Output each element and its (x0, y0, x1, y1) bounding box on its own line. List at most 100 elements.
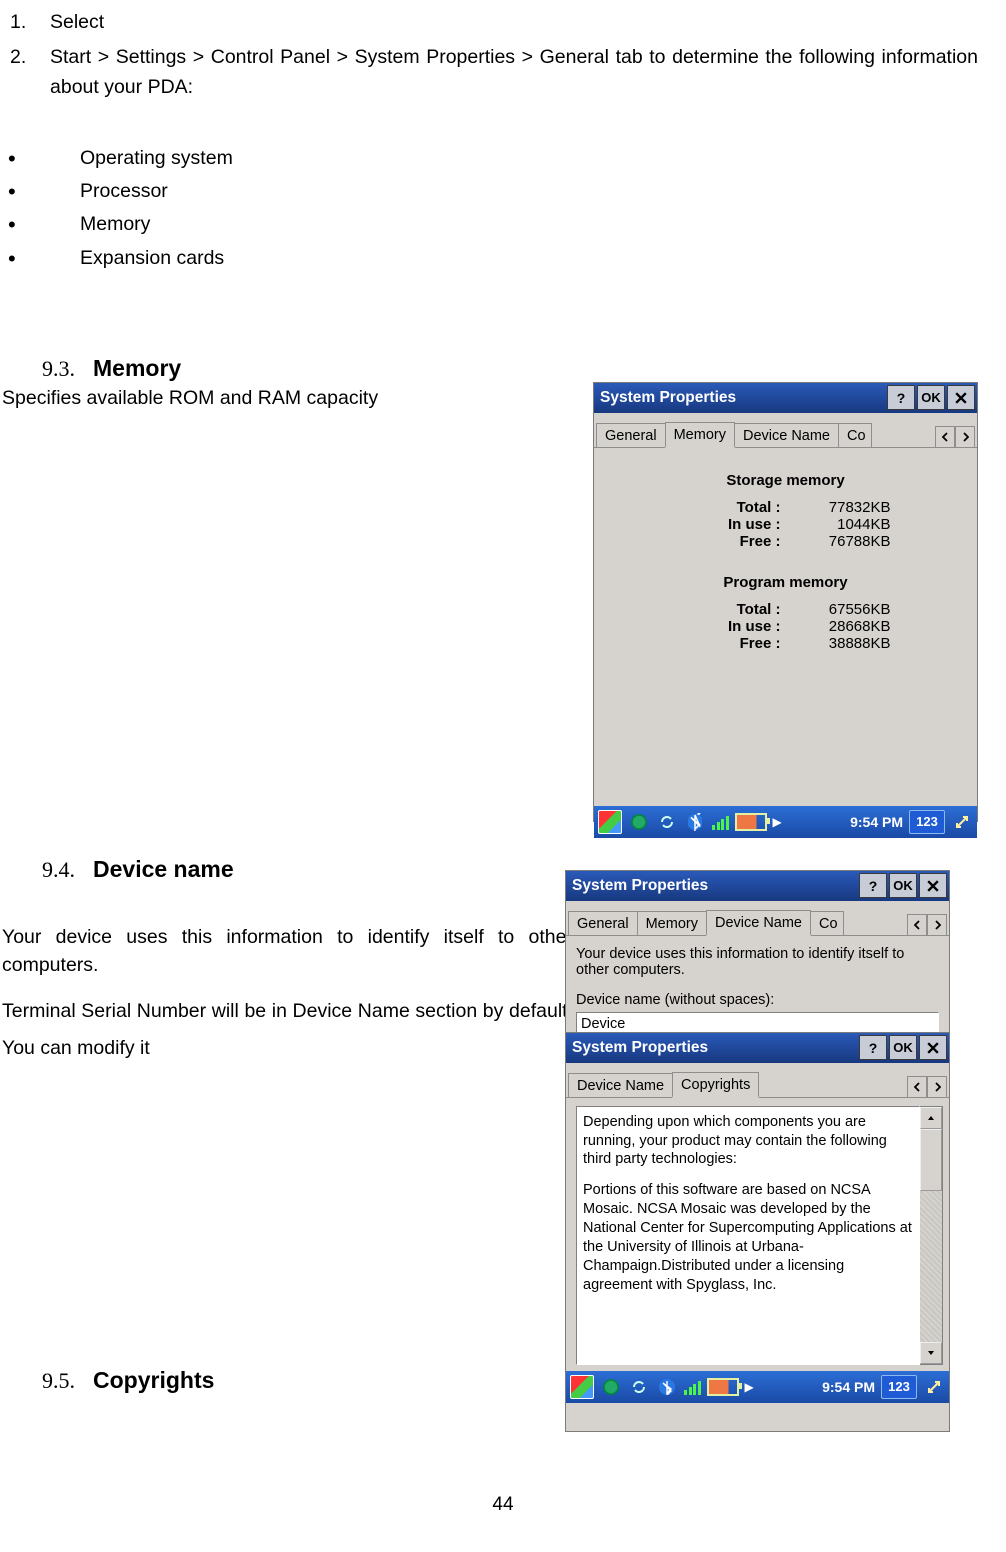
chevron-down-icon (927, 1350, 935, 1356)
tab-memory[interactable]: Memory (637, 911, 707, 935)
chevron-right-icon (934, 1082, 941, 1092)
tab-scroll-right-button[interactable] (927, 1076, 947, 1097)
close-icon (927, 880, 939, 892)
value-program-inuse: 28668KB (781, 618, 891, 635)
tab-overflow[interactable]: Co (810, 911, 844, 935)
input-mode-button[interactable]: 123 (881, 1375, 917, 1399)
list-text: Memory (80, 210, 150, 239)
label-inuse: In use : (681, 618, 781, 635)
chevron-left-icon (914, 1082, 921, 1092)
label-total: Total : (681, 499, 781, 516)
list-item: 2. Start > Settings > Control Panel > Sy… (2, 43, 978, 102)
window-titlebar: System Properties ? OK (566, 1033, 949, 1063)
ok-button[interactable]: OK (917, 385, 945, 410)
tab-device-name[interactable]: Device Name (706, 910, 811, 936)
value-storage-free: 76788KB (781, 533, 891, 550)
battery-icon (707, 1378, 739, 1396)
chevron-left-icon (942, 432, 949, 442)
copyrights-panel: Depending upon which components you are … (566, 1098, 949, 1371)
start-icon[interactable] (598, 810, 622, 834)
scroll-down-button[interactable] (920, 1342, 942, 1364)
help-button[interactable]: ? (887, 385, 915, 410)
window-title: System Properties (572, 1039, 708, 1057)
paragraph: Portions of this software are based on N… (583, 1181, 913, 1294)
tab-scroll-right-button[interactable] (955, 426, 975, 447)
list-marker: 1. (2, 8, 50, 37)
ok-button[interactable]: OK (889, 1035, 917, 1060)
bluetooth-icon[interactable] (656, 1376, 678, 1398)
scroll-thumb[interactable] (920, 1129, 942, 1191)
close-icon (955, 392, 967, 404)
section-heading-copyrights: 9.5. Copyrights (42, 1367, 573, 1394)
memory-panel: Storage memory Total :77832KB In use :10… (594, 448, 977, 806)
scroll-up-button[interactable] (920, 1107, 942, 1129)
list-item: Memory (2, 208, 978, 241)
value-storage-total: 77832KB (781, 499, 891, 516)
bluetooth-icon[interactable] (684, 811, 706, 833)
section-heading-device-name: 9.4. Device name (42, 856, 573, 883)
close-button[interactable] (919, 873, 947, 898)
close-button[interactable] (919, 1035, 947, 1060)
globe-icon[interactable] (600, 1376, 622, 1398)
tab-device-name[interactable]: Device Name (568, 1073, 673, 1097)
tab-device-name[interactable]: Device Name (734, 423, 839, 447)
globe-icon[interactable] (628, 811, 650, 833)
signal-icon (712, 814, 729, 830)
chevron-right-icon (962, 432, 969, 442)
value-program-total: 67556KB (781, 601, 891, 618)
section-number: 9.3. (42, 356, 75, 382)
page-number: 44 (0, 1494, 1006, 1516)
ok-button[interactable]: OK (889, 873, 917, 898)
taskbar: ▶ 9:54 PM 123 (594, 806, 977, 838)
taskbar: ▶ 9:54 PM 123 (566, 1371, 949, 1403)
sync-icon[interactable] (628, 1376, 650, 1398)
signal-icon (684, 1379, 701, 1395)
paragraph: Your device uses this information to ide… (2, 923, 573, 980)
tab-scroll-left-button[interactable] (935, 426, 955, 447)
start-icon[interactable] (570, 1375, 594, 1399)
tab-copyrights[interactable]: Copyrights (672, 1072, 759, 1098)
tab-strip: Device Name Copyrights (566, 1063, 949, 1098)
tray-arrow-icon[interactable]: ▶ (745, 1380, 754, 1394)
section-title: Device name (93, 856, 234, 883)
section-heading-memory: 9.3. Memory (42, 355, 978, 382)
chevron-left-icon (914, 920, 921, 930)
label-total: Total : (681, 601, 781, 618)
list-text: Processor (80, 177, 168, 206)
field-label: Device name (without spaces): (576, 992, 939, 1008)
list-item: Expansion cards (2, 242, 978, 275)
tab-general[interactable]: General (596, 423, 666, 447)
input-mode-button[interactable]: 123 (909, 810, 945, 834)
tab-memory[interactable]: Memory (665, 422, 735, 448)
bullet-icon (2, 242, 80, 275)
bullet-icon (2, 175, 80, 208)
tab-overflow[interactable]: Co (838, 423, 872, 447)
scrollbar[interactable] (920, 1106, 943, 1365)
tab-scroll-left-button[interactable] (907, 1076, 927, 1097)
list-item: Operating system (2, 142, 978, 175)
help-button[interactable]: ? (859, 873, 887, 898)
label-free: Free : (681, 635, 781, 652)
close-icon (927, 1042, 939, 1054)
paragraph: Terminal Serial Number will be in Device… (2, 993, 573, 1067)
tab-scroll-right-button[interactable] (927, 914, 947, 935)
tray-arrow-icon[interactable]: ▶ (773, 815, 782, 829)
sync-icon[interactable] (656, 811, 678, 833)
expand-icon[interactable] (923, 1376, 945, 1398)
list-text: Select (50, 8, 978, 37)
clock[interactable]: 9:54 PM (850, 814, 903, 830)
window-title: System Properties (572, 877, 708, 895)
expand-icon[interactable] (951, 811, 973, 833)
clock[interactable]: 9:54 PM (822, 1379, 875, 1395)
help-button[interactable]: ? (859, 1035, 887, 1060)
panel-text: Your device uses this information to ide… (576, 946, 939, 978)
section-title: Copyrights (93, 1367, 214, 1394)
tab-general[interactable]: General (568, 911, 638, 935)
value-program-free: 38888KB (781, 635, 891, 652)
window-titlebar: System Properties ? OK (566, 871, 949, 901)
scroll-track[interactable] (920, 1129, 942, 1342)
section-number: 9.4. (42, 857, 75, 883)
close-button[interactable] (947, 385, 975, 410)
program-header: Program memory (614, 574, 957, 591)
tab-scroll-left-button[interactable] (907, 914, 927, 935)
